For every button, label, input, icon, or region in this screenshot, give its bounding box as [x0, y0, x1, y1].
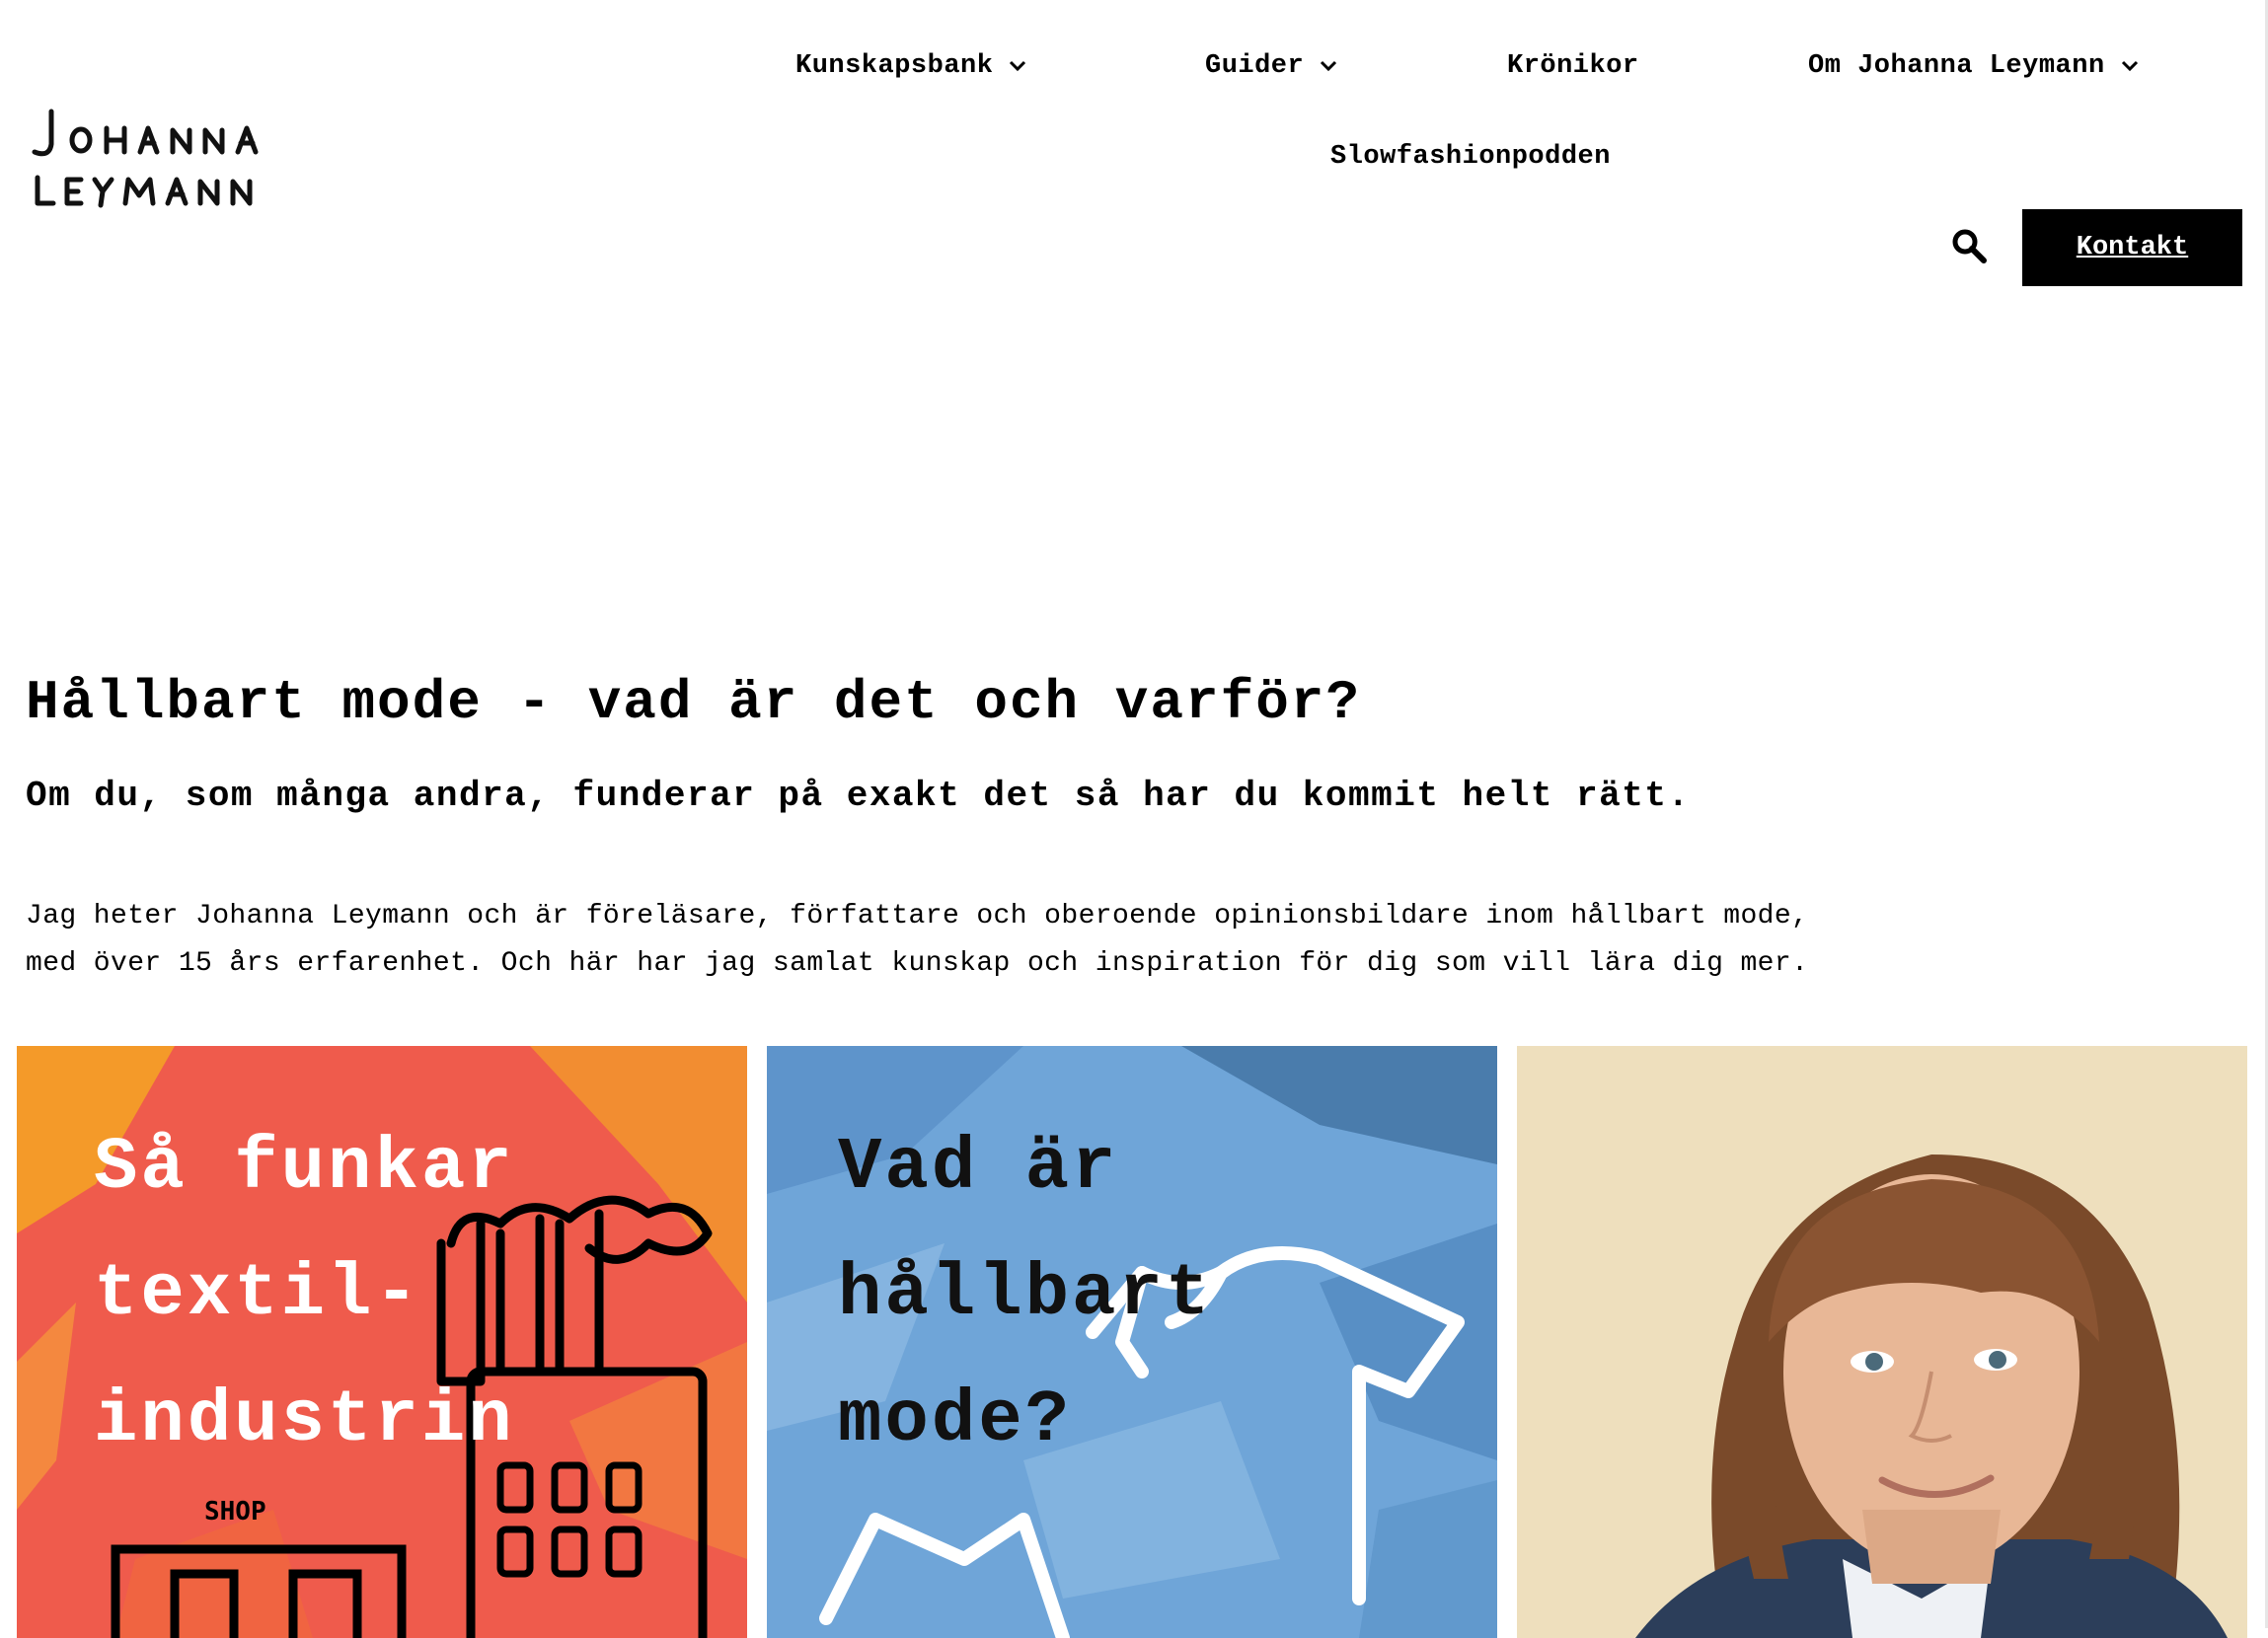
intro-line: med över 15 års erfarenhet. Och här har …	[26, 948, 1809, 979]
search-icon	[1952, 229, 1987, 263]
nav-item-slowfashionpodden[interactable]: Slowfashionpodden	[1330, 142, 1611, 172]
card-title-line: mode?	[838, 1379, 1073, 1462]
card-title-line: hållbart	[838, 1253, 1213, 1336]
nav-item-kronikor[interactable]: Krönikor	[1507, 51, 1639, 81]
card-title: Vad är hållbart mode?	[838, 1105, 1212, 1484]
site-logo[interactable]	[30, 107, 316, 215]
nav-item-label: Slowfashionpodden	[1330, 142, 1611, 172]
card-textilindustrin[interactable]: SHOP Så funkar textil- industrin	[17, 1046, 747, 1638]
chevron-down-icon	[1009, 60, 1026, 72]
page-title: Hållbart mode - vad är det och varför?	[26, 671, 1362, 734]
nav-item-label: Krönikor	[1507, 51, 1639, 81]
nav-item-label: Om Johanna Leymann	[1808, 51, 2105, 81]
portrait-photo	[1517, 1046, 2247, 1638]
card-title-line: Så funkar	[94, 1127, 515, 1210]
card-vad-ar-hallbart-mode[interactable]: Vad är hållbart mode?	[767, 1046, 1497, 1638]
chevron-down-icon	[2121, 60, 2139, 72]
card-portrait[interactable]	[1517, 1046, 2247, 1638]
nav-item-label: Guider	[1205, 51, 1305, 81]
page-subtitle: Om du, som många andra, funderar på exak…	[26, 776, 1691, 816]
search-button[interactable]	[1950, 227, 1988, 264]
logo-wordmark	[32, 109, 259, 208]
card-title-line: Vad är	[838, 1127, 1119, 1210]
card-title-line: textil-	[94, 1253, 421, 1336]
nav-item-om-johanna-leymann[interactable]: Om Johanna Leymann	[1808, 51, 2139, 81]
nav-item-kunskapsbank[interactable]: Kunskapsbank	[795, 51, 1026, 81]
intro-paragraph: Jag heter Johanna Leymann och är föreläs…	[26, 893, 2000, 988]
card-title: Så funkar textil- industrin	[94, 1105, 515, 1484]
contact-button[interactable]: Kontakt	[2022, 209, 2242, 286]
intro-line: Jag heter Johanna Leymann och är föreläs…	[26, 901, 1809, 931]
card-title-line: industrin	[94, 1379, 515, 1462]
nav-item-guider[interactable]: Guider	[1205, 51, 1337, 81]
shop-sign: SHOP	[204, 1497, 266, 1526]
nav-item-label: Kunskapsbank	[795, 51, 994, 81]
chevron-down-icon	[1320, 60, 1337, 72]
